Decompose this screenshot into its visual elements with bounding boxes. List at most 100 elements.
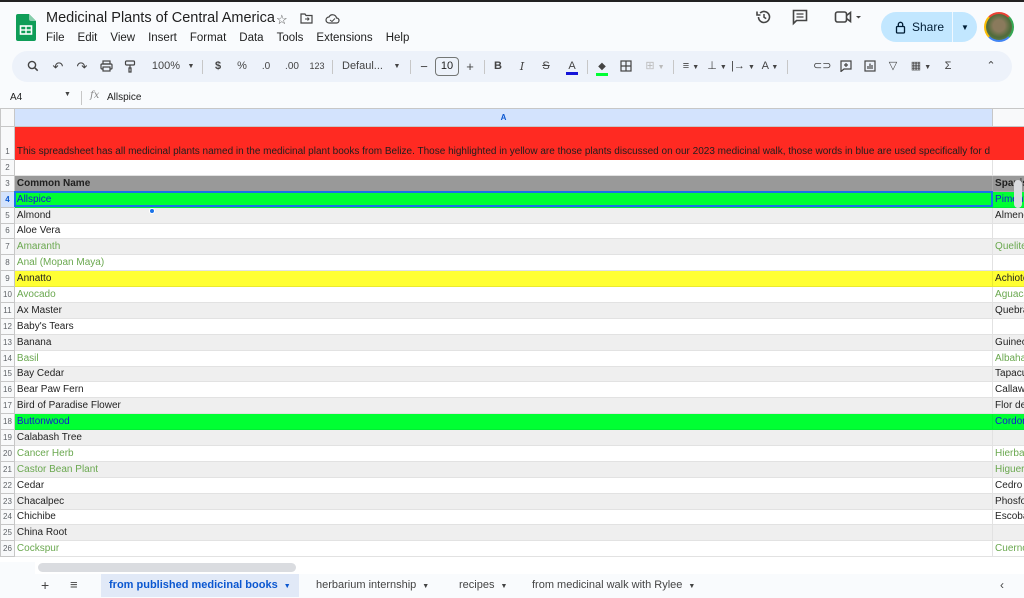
italic-button[interactable]: I — [515, 51, 529, 82]
decrease-font-size-button[interactable]: − — [417, 51, 431, 82]
cell[interactable]: Higuera, Ricino (Satsun — [993, 461, 1024, 477]
row-header[interactable]: 10 — [1, 287, 15, 303]
collapse-sidebar-icon[interactable]: ‹ — [1000, 578, 1004, 592]
print-icon[interactable] — [98, 51, 114, 82]
cell[interactable]: Almond — [14, 207, 992, 223]
cell[interactable] — [993, 430, 1024, 446]
row-header[interactable]: 15 — [1, 366, 15, 382]
row-header[interactable]: 1 — [1, 127, 15, 160]
cell[interactable]: Chichibe — [14, 509, 992, 525]
row-header[interactable]: 14 — [1, 350, 15, 366]
cell[interactable] — [14, 160, 992, 176]
cell[interactable] — [993, 525, 1024, 541]
cell[interactable]: Ax Master — [14, 303, 992, 319]
menu-insert[interactable]: Insert — [148, 32, 177, 44]
row-header[interactable]: 12 — [1, 318, 15, 334]
row-header[interactable]: 16 — [1, 382, 15, 398]
cell[interactable]: Quebracho — [993, 303, 1024, 319]
cell[interactable]: Phosforo — [993, 493, 1024, 509]
more-formats-button[interactable]: 123 — [308, 51, 326, 82]
menu-format[interactable]: Format — [190, 32, 226, 44]
row-header[interactable]: 18 — [1, 414, 15, 430]
menu-edit[interactable]: Edit — [78, 32, 98, 44]
horizontal-align-icon[interactable]: ≡ ▼ — [679, 51, 703, 82]
cell[interactable]: Guineo — [993, 334, 1024, 350]
cell[interactable]: Albahaca (Satsun: Albajacar) — [993, 350, 1024, 366]
spreadsheet-grid[interactable]: ABCDEFGH1This spreadsheet has all medici… — [0, 108, 1024, 562]
cell[interactable]: Aloe Vera — [14, 223, 992, 239]
sheet-tab-menu-icon[interactable]: ▼ — [688, 583, 695, 590]
fill-handle[interactable] — [149, 208, 155, 214]
undo-icon[interactable]: ↶ — [50, 51, 66, 82]
merge-cells-icon[interactable]: ⊞ ▼ — [643, 51, 667, 82]
row-header[interactable]: 26 — [1, 541, 15, 557]
horizontal-scrollbar[interactable] — [38, 563, 296, 572]
cell[interactable]: Cedro — [993, 477, 1024, 493]
cell[interactable] — [993, 127, 1024, 160]
cell[interactable] — [993, 255, 1024, 271]
row-header[interactable]: 5 — [1, 207, 15, 223]
insert-chart-icon[interactable] — [862, 51, 878, 82]
column-header[interactable]: B — [993, 109, 1024, 127]
decrease-decimal-button[interactable]: .0 — [258, 51, 274, 82]
column-title-cell[interactable]: Common Name — [14, 175, 992, 191]
search-menus-icon[interactable] — [24, 51, 42, 82]
row-header[interactable]: 11 — [1, 303, 15, 319]
row-header[interactable]: 7 — [1, 239, 15, 255]
cell[interactable]: China Root — [14, 525, 992, 541]
formula-input[interactable]: Allspice — [107, 92, 141, 103]
cell[interactable]: Cuerno de vaca — [993, 541, 1024, 557]
row-header[interactable]: 25 — [1, 525, 15, 541]
cell[interactable]: Cedar — [14, 477, 992, 493]
cell[interactable]: Basil — [14, 350, 992, 366]
zoom-select[interactable]: 100% — [148, 51, 184, 82]
cell[interactable]: Allspice — [14, 191, 992, 207]
cell[interactable] — [993, 318, 1024, 334]
menu-view[interactable]: View — [110, 32, 135, 44]
redo-icon[interactable]: ↷ — [74, 51, 90, 82]
row-header[interactable]: 13 — [1, 334, 15, 350]
cell[interactable]: Amaranth — [14, 239, 992, 255]
menu-data[interactable]: Data — [239, 32, 263, 44]
cell[interactable]: Cordonsillo — [993, 414, 1024, 430]
sheet-tab[interactable]: from medicinal walk with Rylee▼ — [524, 574, 703, 597]
row-header[interactable]: 20 — [1, 446, 15, 462]
cell[interactable]: Callawalla, Canawana, Cola de mico, Tall… — [993, 382, 1024, 398]
cell[interactable]: Calabash Tree — [14, 430, 992, 446]
cell[interactable]: Bear Paw Fern — [14, 382, 992, 398]
select-all-corner[interactable] — [1, 109, 15, 127]
move-folder-icon[interactable] — [300, 12, 313, 28]
comments-icon[interactable] — [791, 8, 809, 30]
cell[interactable]: Hierba del cancer — [993, 446, 1024, 462]
column-header[interactable]: A — [14, 109, 992, 127]
cell[interactable]: Flor de la virgen, Irritaci — [993, 398, 1024, 414]
row-header[interactable]: 24 — [1, 509, 15, 525]
paint-format-icon[interactable] — [122, 51, 138, 82]
cloud-status-icon[interactable] — [325, 12, 340, 28]
menu-extensions[interactable]: Extensions — [316, 32, 372, 44]
collapse-toolbar-icon[interactable]: ⌃ — [983, 51, 999, 82]
sheet-tab[interactable]: herbarium internship▼ — [308, 574, 437, 597]
banner-cell[interactable]: This spreadsheet has all medicinal plant… — [14, 127, 992, 160]
cell[interactable]: Cancer Herb — [14, 446, 992, 462]
name-box[interactable]: A4 — [10, 92, 22, 103]
cell[interactable]: Bird of Paradise Flower — [14, 398, 992, 414]
user-avatar[interactable] — [984, 12, 1014, 42]
strikethrough-button[interactable]: S — [539, 51, 553, 82]
cell[interactable]: Baby's Tears — [14, 318, 992, 334]
cell[interactable]: Achiote — [993, 271, 1024, 287]
text-color-button[interactable]: A — [563, 51, 581, 82]
all-sheets-button[interactable]: ≡ — [70, 577, 78, 592]
cell[interactable]: Annatto — [14, 271, 992, 287]
sheet-tab-menu-icon[interactable]: ▼ — [500, 583, 507, 590]
row-header[interactable]: 6 — [1, 223, 15, 239]
vertical-align-icon[interactable]: ⊥ ▼ — [705, 51, 729, 82]
cell[interactable]: Castor Bean Plant — [14, 461, 992, 477]
cell[interactable]: Avocado — [14, 287, 992, 303]
filter-icon[interactable]: ▽ — [885, 51, 901, 82]
font-family-select[interactable]: Defaul... — [342, 51, 388, 82]
add-sheet-button[interactable]: + — [41, 577, 49, 593]
name-box-dropdown-icon[interactable]: ▼ — [64, 91, 71, 98]
text-rotation-icon[interactable]: A ▼ — [758, 51, 782, 82]
row-header[interactable]: 8 — [1, 255, 15, 271]
